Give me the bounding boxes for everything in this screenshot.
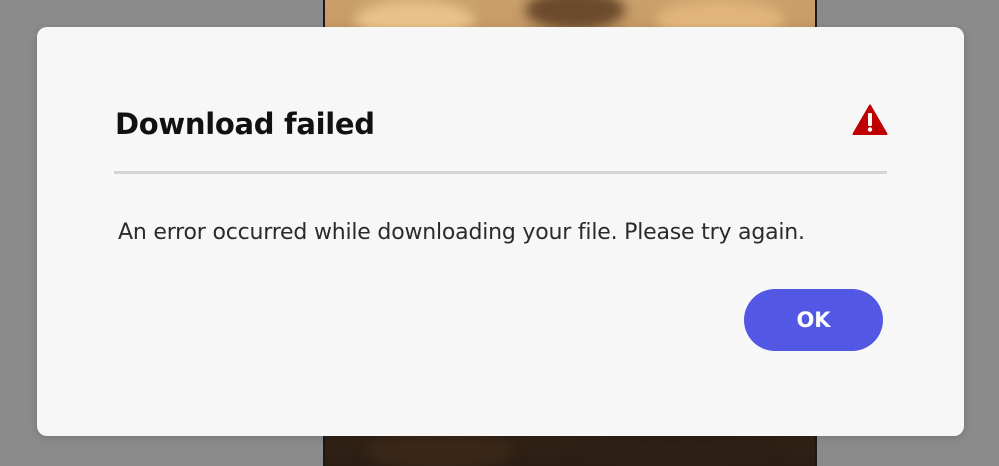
- error-dialog: Download failed An error occurred while …: [37, 27, 964, 436]
- error-message: An error occurred while downloading your…: [118, 220, 805, 245]
- alert-triangle-icon: [852, 104, 888, 135]
- ok-button[interactable]: OK: [744, 289, 883, 351]
- title-divider: [114, 171, 887, 174]
- dialog-title: Download failed: [115, 107, 375, 141]
